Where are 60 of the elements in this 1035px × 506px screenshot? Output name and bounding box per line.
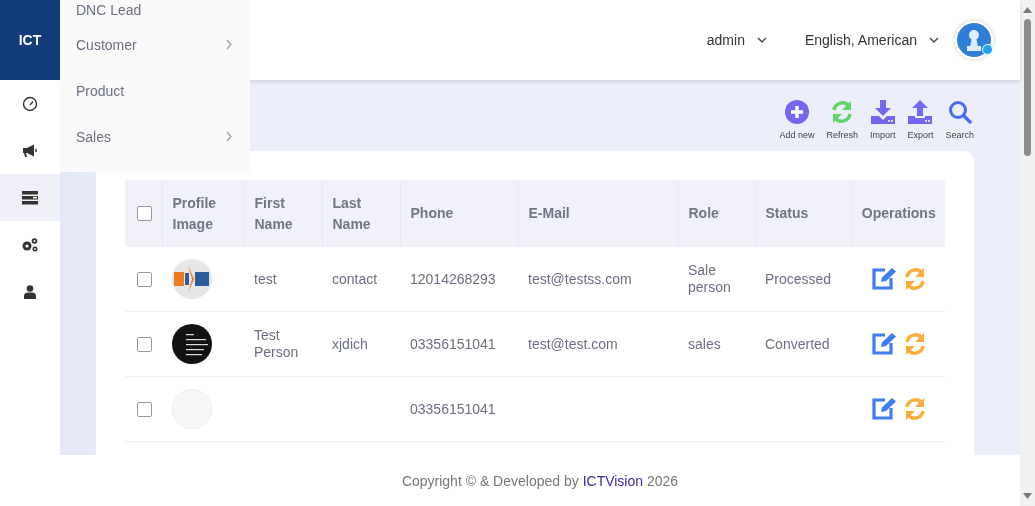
column-header: Profile Image — [162, 180, 244, 247]
row-checkbox[interactable] — [137, 336, 152, 352]
table-cell: contact — [332, 270, 378, 287]
refresh-button[interactable]: Refresh — [820, 100, 864, 151]
plus-icon — [784, 100, 809, 124]
sidebar-list-button[interactable] — [0, 174, 60, 221]
menu-item[interactable]: DNC Lead — [60, 0, 250, 22]
download-icon — [870, 100, 895, 124]
user-icon — [24, 284, 36, 299]
search-button[interactable]: Search — [939, 100, 980, 151]
chevron-down-icon — [756, 37, 767, 43]
edit-icon[interactable] — [870, 267, 897, 291]
table-cell: Processed — [765, 270, 832, 287]
add-button[interactable]: Add new — [773, 100, 821, 151]
refresh-icon — [830, 100, 855, 124]
gauge-icon — [22, 95, 38, 112]
sync-icon[interactable] — [902, 267, 927, 291]
edit-icon[interactable] — [870, 397, 897, 421]
chevron-down-icon — [929, 37, 939, 43]
upload-icon — [908, 100, 933, 124]
sync-icon[interactable] — [902, 332, 927, 356]
scrollbar[interactable] — [1020, 0, 1035, 506]
column-header: First Name — [244, 180, 322, 247]
table-cell: xjdich — [332, 335, 368, 352]
server-list-icon — [22, 190, 38, 205]
column-header: Last Name — [322, 180, 400, 247]
menu-item[interactable]: Product — [60, 67, 250, 114]
table-cell: Sale person — [688, 262, 731, 295]
select-all-checkbox[interactable] — [137, 206, 152, 221]
language-dropdown[interactable]: English, American — [804, 32, 939, 48]
column-header: E-Mail — [518, 180, 678, 247]
import-button[interactable]: Import — [863, 100, 902, 151]
table-cell: 03356151041 — [410, 400, 496, 417]
table-cell: test@testss.com — [528, 270, 632, 287]
table-cell: Test Person — [254, 327, 299, 360]
copyright-text: Copyright © & Developed by ICTVision 2026 — [401, 472, 679, 489]
megaphone-icon — [22, 142, 38, 159]
search-icon — [947, 100, 972, 124]
table-cell: Converted — [765, 335, 830, 352]
sync-icon[interactable] — [902, 397, 927, 421]
column-header: Status — [755, 180, 852, 247]
column-header: Operations — [852, 180, 945, 247]
edit-icon[interactable] — [870, 332, 897, 356]
column-header: Role — [678, 180, 755, 247]
logo[interactable]: ICT — [0, 0, 60, 80]
menu-item[interactable]: Customer — [60, 21, 250, 68]
table-cell: 12014268293 — [410, 270, 496, 287]
table-cell: test@test.com — [528, 335, 618, 352]
user-avatar[interactable] — [955, 21, 993, 59]
user-dropdown[interactable]: admin — [706, 32, 767, 48]
company-link[interactable]: ICTVision — [582, 472, 644, 489]
gears-icon — [21, 236, 39, 253]
column-header: Phone — [400, 180, 518, 247]
row-checkbox[interactable] — [137, 271, 152, 287]
export-button[interactable]: Export — [901, 100, 940, 151]
table-cell: test — [254, 270, 277, 287]
row-checkbox[interactable] — [137, 401, 152, 417]
table-cell: sales — [688, 335, 721, 352]
table-cell: 03356151041 — [410, 335, 496, 352]
menu-item[interactable]: Sales — [60, 113, 250, 160]
